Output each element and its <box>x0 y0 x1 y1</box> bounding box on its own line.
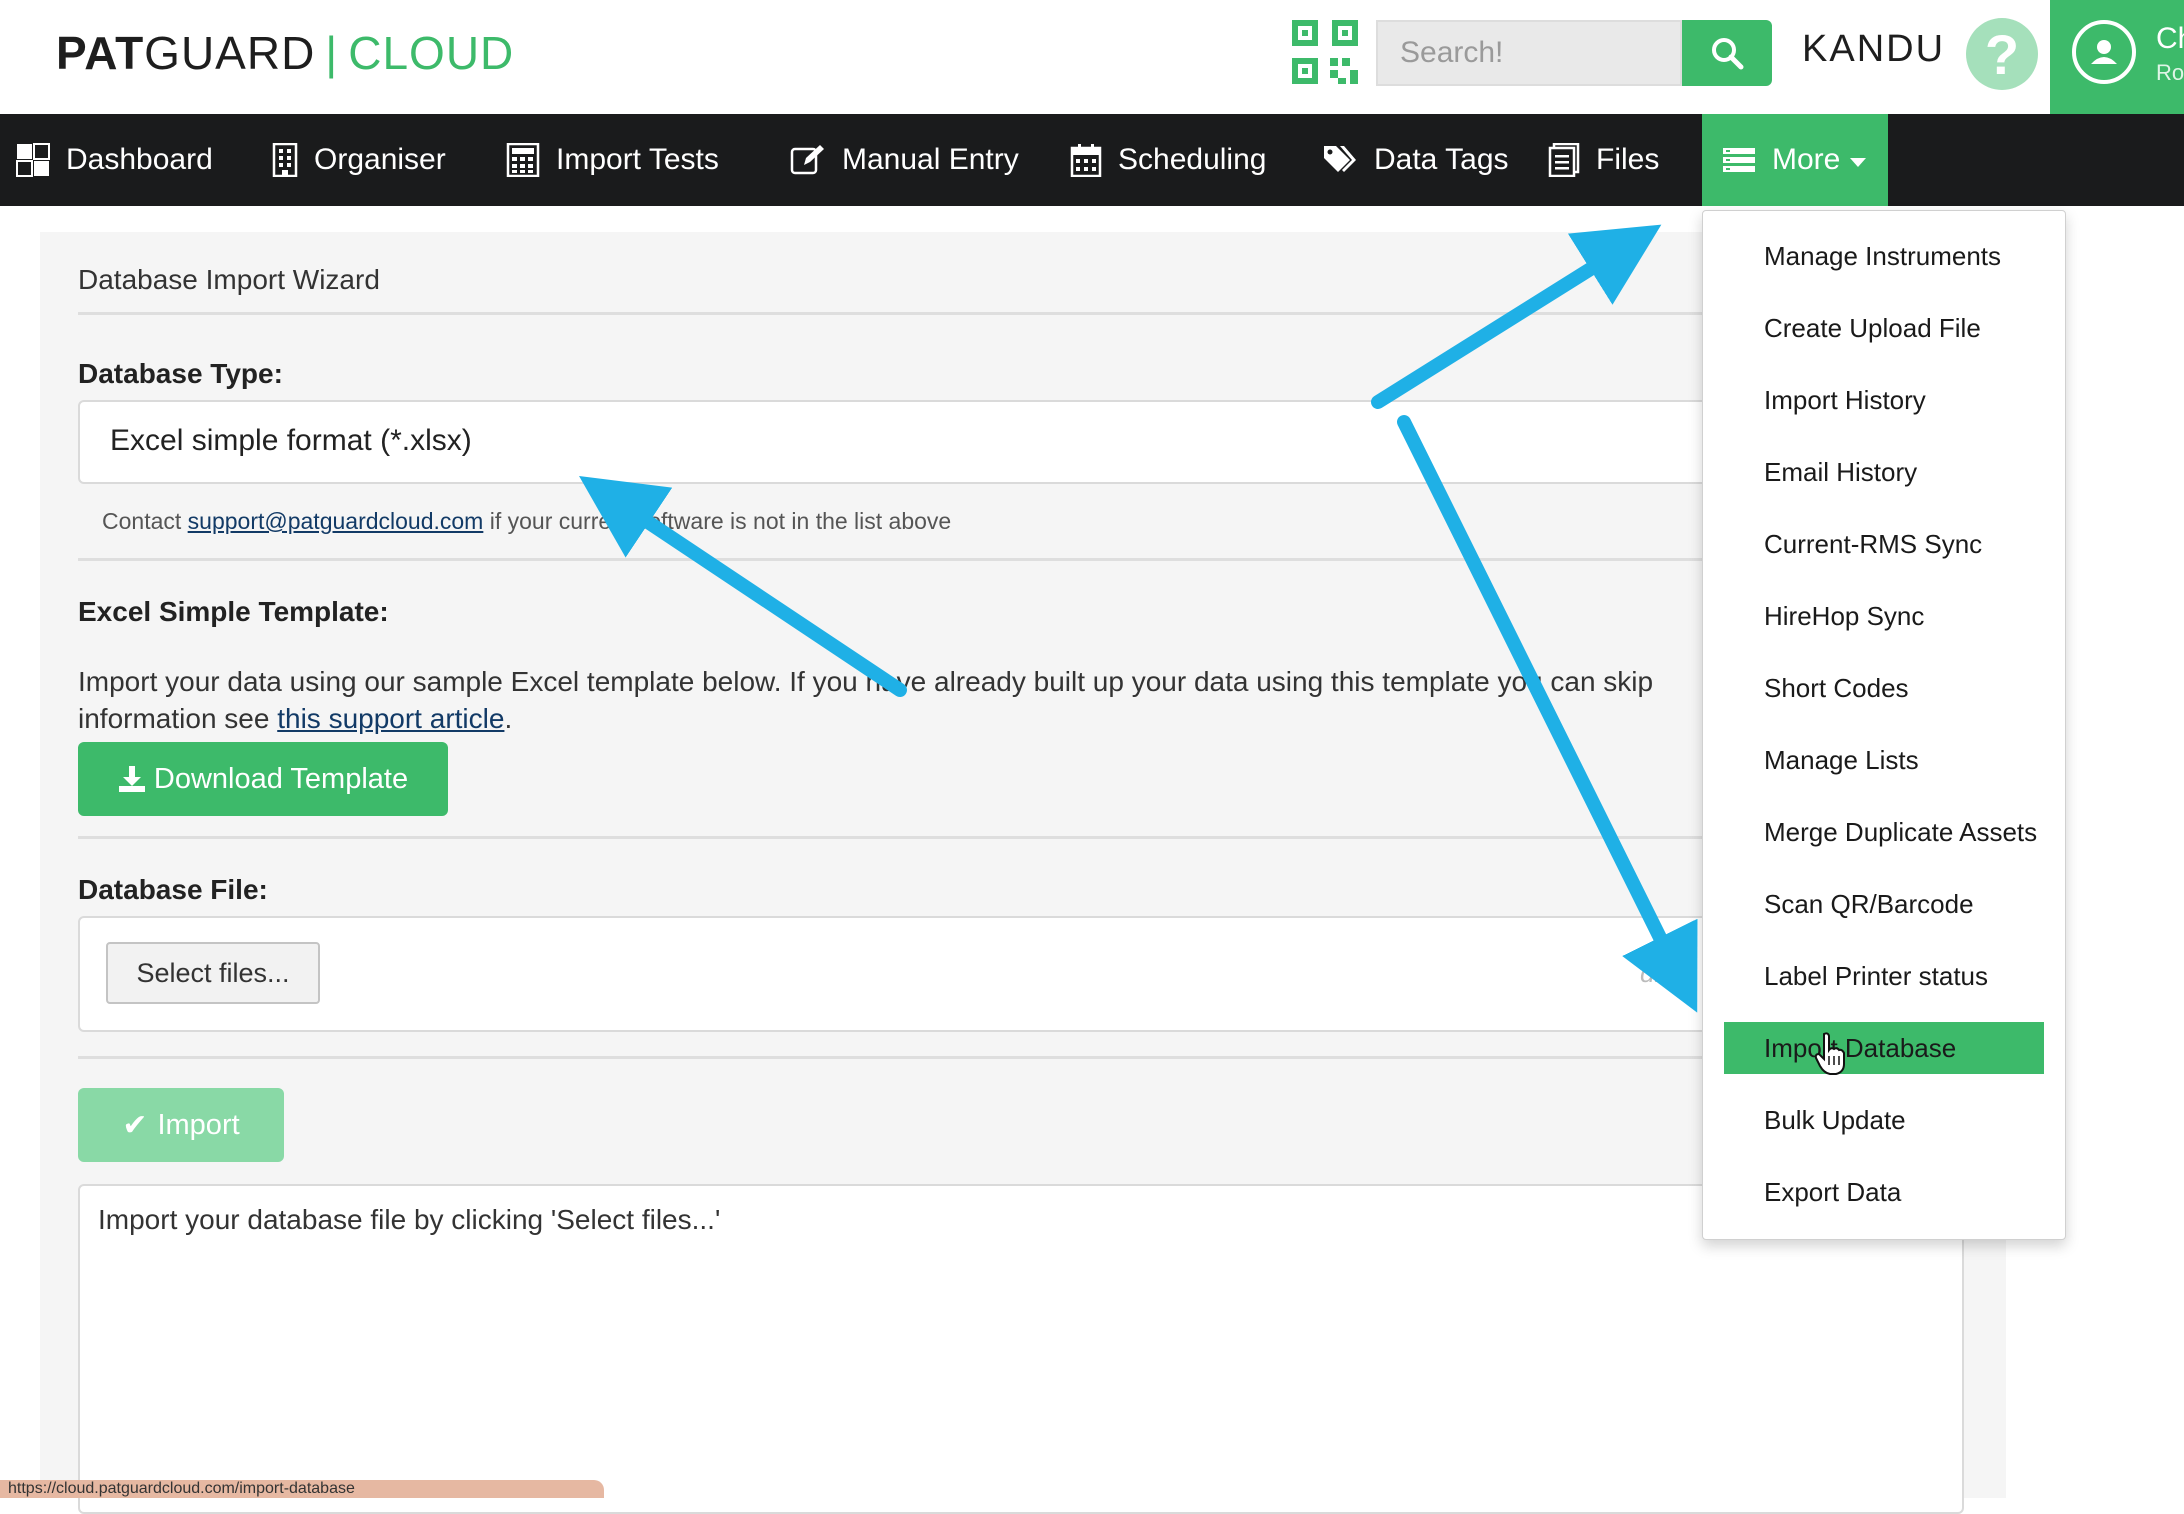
menu-item-scan-qr-barcode[interactable]: Scan QR/Barcode <box>1724 878 2044 930</box>
template-description: Import your data using our sample Excel … <box>78 666 1654 697</box>
tags-icon <box>1324 146 1356 172</box>
template-desc-prefix: information see <box>78 703 278 734</box>
database-type-value: Excel simple format (*.xlsx) <box>110 424 472 457</box>
nav-scheduling-label: Scheduling <box>1118 143 1267 176</box>
menu-item-manage-lists[interactable]: Manage Lists <box>1724 734 2044 786</box>
list-icon <box>1723 148 1755 172</box>
page-title: Database Import Wizard <box>78 264 380 295</box>
check-icon: ✔ <box>122 1108 148 1142</box>
status-bar-url: https://cloud.patguardcloud.com/import-d… <box>0 1480 604 1498</box>
divider <box>78 836 1978 839</box>
nav-import-tests[interactable]: Import Tests <box>506 114 719 206</box>
nav-import-tests-label: Import Tests <box>556 143 719 176</box>
template-desc-suffix: . <box>504 703 513 734</box>
support-email-link[interactable]: support@patguardcloud.com <box>188 508 484 534</box>
user-avatar-icon[interactable] <box>2072 20 2136 84</box>
menu-item-short-codes[interactable]: Short Codes <box>1724 662 2044 714</box>
building-icon <box>272 143 298 177</box>
menu-item-hirehop-sync[interactable]: HireHop Sync <box>1724 590 2044 642</box>
drop-hint: dr <box>1640 958 1664 988</box>
database-file-label: Database File: <box>78 874 268 905</box>
hand-cursor-icon <box>1814 1032 1845 1075</box>
search-input[interactable] <box>1378 22 1680 84</box>
import-log-text: Import your database file by clicking 'S… <box>98 1204 721 1235</box>
menu-item-export-data[interactable]: Export Data <box>1724 1166 2044 1218</box>
file-icon <box>1548 143 1580 177</box>
dashboard-icon <box>16 143 50 177</box>
menu-item-create-upload-file[interactable]: Create Upload File <box>1724 302 2044 354</box>
organisation-name[interactable]: KANDU <box>1802 28 1945 71</box>
menu-item-import-history[interactable]: Import History <box>1724 374 2044 426</box>
app-logo[interactable]: PATGUARD | CLOUD <box>56 26 514 80</box>
contact-hint: Contact support@patguardcloud.com if you… <box>102 508 951 535</box>
menu-item-current-rms-sync[interactable]: Current-RMS Sync <box>1724 518 2044 570</box>
divider <box>78 1056 1978 1059</box>
nav-more-dropdown[interactable]: More <box>1702 114 1888 206</box>
template-description-line2: information see this support article. <box>78 703 512 735</box>
qr-code-icon[interactable] <box>1290 18 1360 86</box>
nav-manual-entry-label: Manual Entry <box>842 143 1019 176</box>
nav-data-tags-label: Data Tags <box>1374 143 1509 176</box>
user-name: Ch <box>2156 22 2184 55</box>
logo-guard: GUARD <box>144 27 316 79</box>
download-template-button[interactable]: Download Template <box>78 742 448 816</box>
logo-pat: PAT <box>56 27 145 79</box>
contact-suffix: if your current software is not in the l… <box>483 508 952 534</box>
menu-item-import-database[interactable]: Import Database <box>1724 1022 2044 1074</box>
help-button[interactable]: ? <box>1966 18 2038 90</box>
nav-files-label: Files <box>1596 143 1660 176</box>
menu-item-merge-duplicate-assets[interactable]: Merge Duplicate Assets <box>1724 806 2044 858</box>
menu-item-bulk-update[interactable]: Bulk Update <box>1724 1094 2044 1146</box>
support-article-link[interactable]: this support article <box>277 703 504 734</box>
search-box <box>1376 20 1682 86</box>
search-button[interactable] <box>1682 20 1772 86</box>
nav-data-tags[interactable]: Data Tags <box>1322 114 1509 206</box>
select-files-button[interactable]: Select files... <box>106 942 320 1004</box>
file-drop-zone[interactable] <box>78 916 1978 1032</box>
search-icon <box>1712 38 1744 70</box>
menu-item-manage-instruments[interactable]: Manage Instruments <box>1724 230 2044 282</box>
logo-separator: | <box>325 27 339 79</box>
user-role: Ro <box>2156 60 2184 85</box>
divider <box>78 312 1978 315</box>
nav-manual-entry[interactable]: Manual Entry <box>790 114 1019 206</box>
menu-item-label-printer-status[interactable]: Label Printer status <box>1724 950 2044 1002</box>
download-icon <box>118 766 145 792</box>
nav-dashboard-label: Dashboard <box>66 143 213 176</box>
nav-more-label: More <box>1772 143 1841 176</box>
nav-dashboard[interactable]: Dashboard <box>16 114 213 206</box>
excel-template-label: Excel Simple Template: <box>78 596 389 627</box>
calculator-icon <box>506 143 540 177</box>
calendar-icon <box>1070 144 1102 177</box>
import-button[interactable]: ✔ Import <box>78 1088 284 1162</box>
logo-cloud: CLOUD <box>348 27 515 79</box>
nav-files[interactable]: Files <box>1548 114 1659 206</box>
download-template-label: Download Template <box>153 762 409 795</box>
edit-icon <box>790 145 824 175</box>
divider <box>78 558 1978 561</box>
chevron-down-icon <box>1850 157 1867 167</box>
menu-item-email-history[interactable]: Email History <box>1724 446 2044 498</box>
nav-scheduling[interactable]: Scheduling <box>1070 114 1266 206</box>
contact-prefix: Contact <box>102 508 188 534</box>
more-dropdown-menu <box>1702 210 2066 1240</box>
nav-organiser[interactable]: Organiser <box>272 114 446 206</box>
database-type-label: Database Type: <box>78 358 283 389</box>
nav-organiser-label: Organiser <box>314 143 446 176</box>
import-button-label: Import <box>157 1108 240 1141</box>
